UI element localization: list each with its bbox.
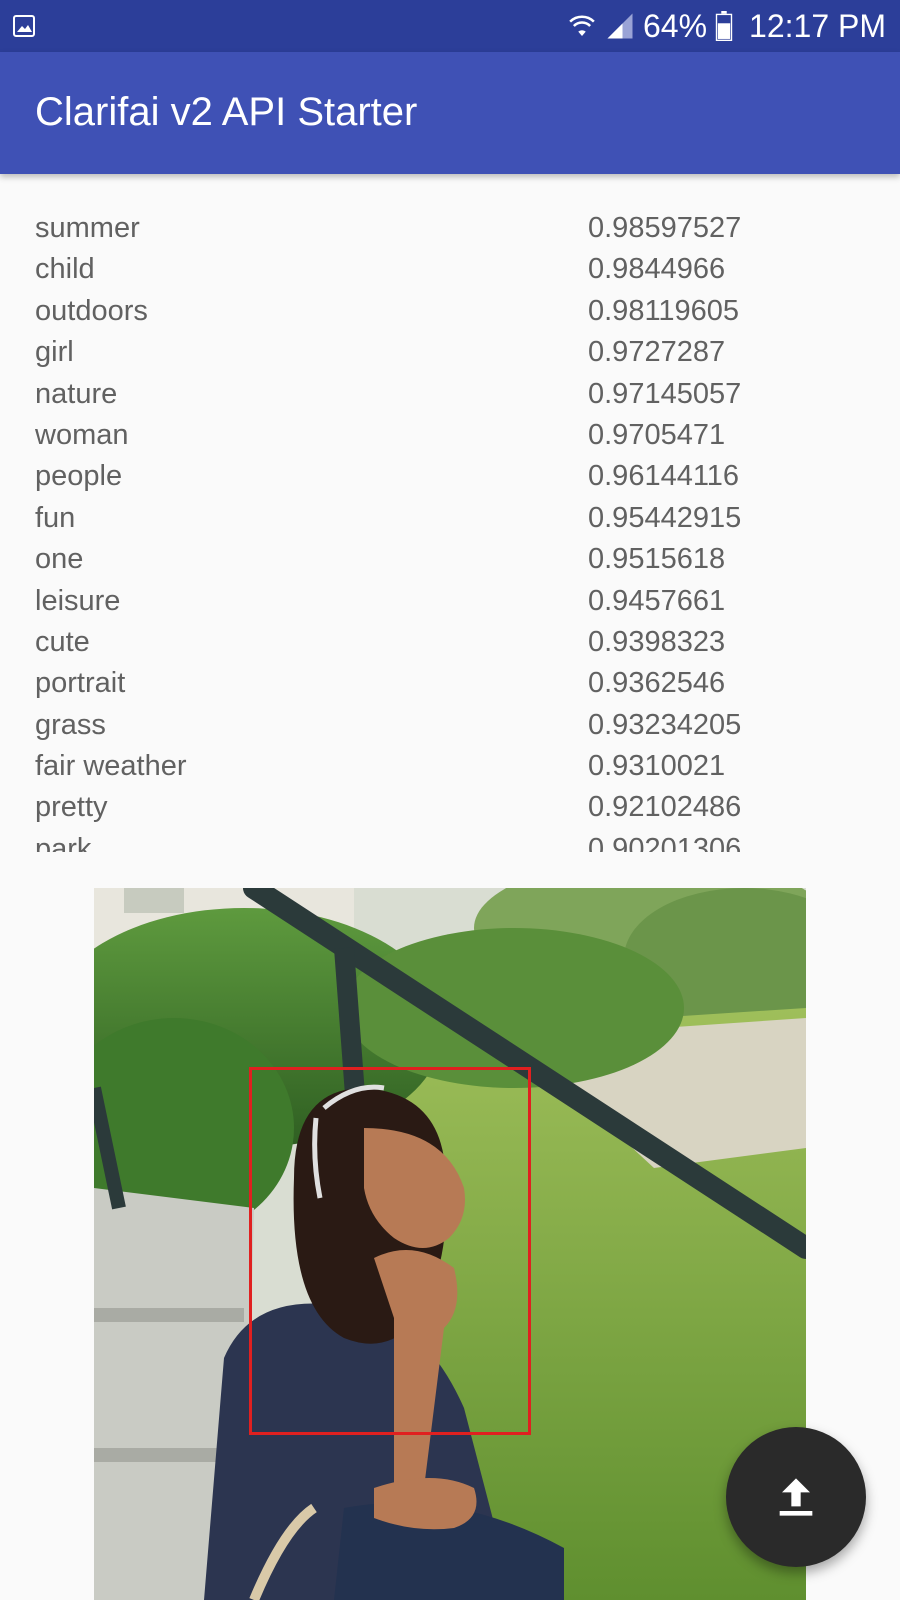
list-item: pretty 0.92102486 [0, 789, 900, 830]
concept-name: portrait [35, 667, 126, 700]
list-item: child 0.9844966 [0, 251, 900, 292]
concept-name: people [35, 460, 123, 493]
concept-score: 0.96144116 [588, 460, 740, 493]
status-right-group: 64% 12:17 PM [567, 0, 886, 52]
concept-score: 0.9398323 [588, 625, 726, 658]
list-item: park 0.90201306 [0, 831, 900, 852]
concept-name: pretty [35, 791, 108, 824]
list-item: fun 0.95442915 [0, 500, 900, 541]
list-item: leisure 0.9457661 [0, 583, 900, 624]
concept-score: 0.9705471 [588, 418, 726, 451]
clock-time: 12:17 PM [749, 7, 886, 44]
list-item: girl 0.9727287 [0, 334, 900, 375]
list-item: outdoors 0.98119605 [0, 293, 900, 334]
status-bar: 64% 12:17 PM [0, 0, 900, 52]
concept-score: 0.92102486 [588, 791, 742, 824]
concept-name: summer [35, 212, 140, 244]
concept-name: outdoors [35, 294, 148, 327]
upload-button[interactable] [726, 1427, 866, 1567]
concept-score: 0.9310021 [588, 750, 726, 783]
wifi-icon [569, 15, 595, 36]
concept-score: 0.9457661 [588, 584, 726, 617]
list-item: summer 0.98597527 [0, 210, 900, 251]
list-item: fair weather 0.9310021 [0, 748, 900, 789]
list-item: portrait 0.9362546 [0, 665, 900, 706]
list-item: cute 0.9398323 [0, 624, 900, 665]
face-detection-box [249, 1067, 531, 1435]
concept-name: park [35, 832, 92, 852]
list-item: people 0.96144116 [0, 458, 900, 499]
concept-score: 0.90201306 [588, 832, 742, 852]
concept-name: fair weather [35, 750, 187, 783]
concept-name: cute [35, 625, 90, 658]
concept-name: grass [35, 708, 106, 741]
battery-icon [715, 11, 733, 41]
concept-score: 0.9515618 [588, 543, 726, 576]
concept-name: one [35, 543, 84, 576]
app-bar: Clarifai v2 API Starter [0, 52, 900, 174]
concept-score: 0.97145057 [588, 377, 742, 410]
gallery-notification-icon [13, 15, 35, 37]
concept-score: 0.98119605 [588, 294, 740, 327]
list-item: grass 0.93234205 [0, 707, 900, 748]
concept-name: nature [35, 377, 118, 410]
signal-icon [607, 13, 633, 39]
concept-name: fun [35, 501, 76, 534]
app-title: Clarifai v2 API Starter [35, 90, 418, 134]
concept-score: 0.9727287 [588, 336, 726, 369]
concept-score: 0.93234205 [588, 708, 742, 741]
concept-name: woman [35, 418, 129, 451]
concept-name: leisure [35, 584, 121, 617]
results-list[interactable]: summer 0.98597527 child 0.9844966 outdoors… [0, 210, 900, 852]
list-item: woman 0.9705471 [0, 417, 900, 458]
concept-score: 0.95442915 [588, 501, 742, 534]
upload-icon [779, 1478, 813, 1516]
concept-name: child [35, 253, 95, 286]
battery-percent: 64% [642, 7, 708, 44]
list-item: one 0.9515618 [0, 541, 900, 582]
concept-score: 0.9844966 [588, 253, 726, 286]
list-item: nature 0.97145057 [0, 376, 900, 417]
concept-score: 0.9362546 [588, 667, 726, 700]
concept-name: girl [35, 336, 74, 369]
concept-score: 0.98597527 [588, 212, 742, 244]
